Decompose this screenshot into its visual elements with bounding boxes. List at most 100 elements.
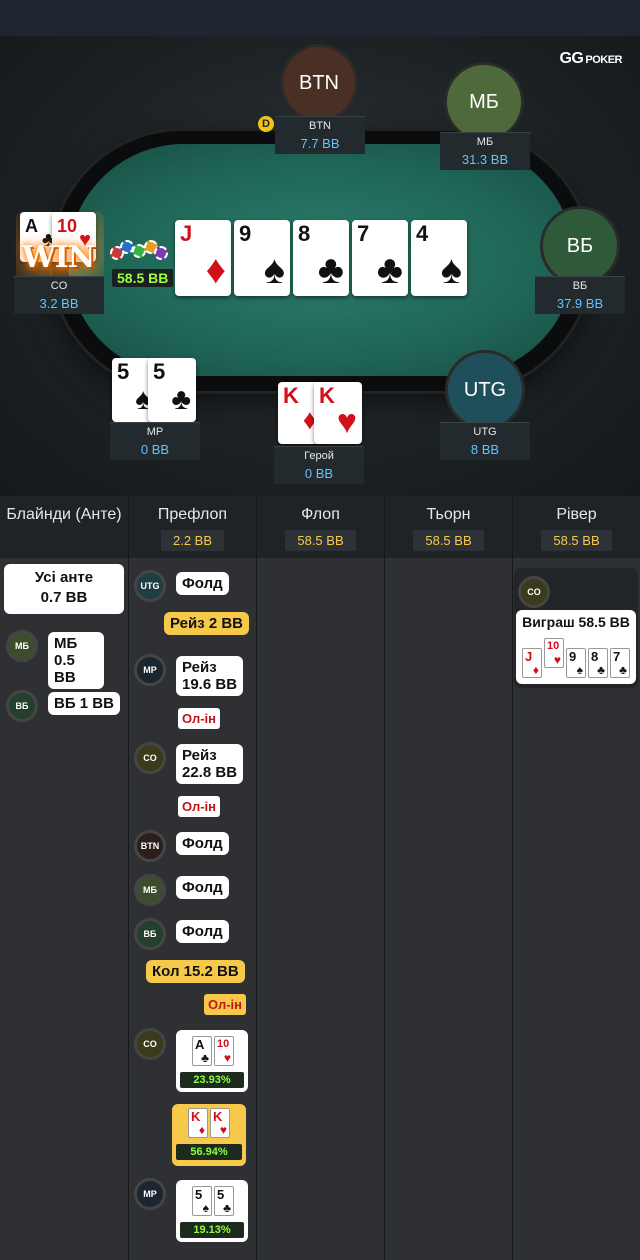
position-badge-vb: ВБ — [6, 690, 38, 722]
mp-raise-bubble: Рейз 19.6 BB — [176, 656, 244, 696]
mp-showdown-box: 5 ♠ 5 ♣ 19.13% — [176, 1180, 248, 1242]
hero-equity: 56.94% — [176, 1144, 242, 1160]
seat-co-stack: 3.2 BB — [39, 296, 79, 311]
seat-mp-plate: MP 0 BB — [110, 422, 200, 460]
seat-hero-stack: 0 BB — [304, 466, 334, 481]
position-badge-mb: МБ — [134, 874, 166, 906]
street-header-preflop[interactable]: Префлоп 2.2 BB — [129, 496, 256, 558]
top-bar — [0, 0, 640, 36]
position-badge-mp: MP — [134, 654, 166, 686]
hero-call-bubble: Кол 15.2 BB — [146, 960, 245, 983]
win-label: WIN — [22, 240, 95, 275]
co-allin-badge: Ол-ін — [178, 796, 220, 817]
street-pot: 58.5 BB — [413, 530, 484, 551]
ggpoker-logo: GG POKER — [559, 50, 622, 67]
street-header-flop[interactable]: Флоп 58.5 BB — [257, 496, 384, 558]
co-equity: 23.93% — [180, 1072, 244, 1088]
seat-utg-name: UTG — [473, 426, 497, 438]
street-header-turn[interactable]: Тьорн 58.5 BB — [385, 496, 512, 558]
seat-vb-plate: ВБ 37.9 BB — [535, 276, 625, 314]
seat-co-plate: CO 3.2 BB — [14, 276, 104, 314]
dealer-button: D — [258, 116, 274, 132]
seat-utg-stack: 8 BB — [470, 442, 500, 457]
position-badge-vb: ВБ — [134, 918, 166, 950]
street-title: Префлоп — [157, 506, 228, 523]
seat-hero-plate: Герой 0 BB — [274, 446, 364, 484]
position-badge-co: CO — [518, 576, 550, 608]
co-raise-bubble: Рейз 22.8 BB — [176, 744, 244, 784]
seat-hero-name: Герой — [304, 450, 334, 462]
hero-showdown-box: K ♦ K ♥ 56.94% — [172, 1104, 246, 1166]
seat-btn-name: BTN — [309, 120, 331, 132]
seat-btn-stack: 7.7 BB — [300, 136, 340, 151]
seat-vb-stack: 37.9 BB — [556, 296, 604, 311]
pot-amount: 58.5 BB — [112, 269, 174, 287]
vb-blind-bubble: ВБ 1 BB — [48, 692, 120, 715]
mb-blind-bubble: МБ 0.5 BB — [48, 632, 104, 689]
position-badge-mp: MP — [134, 1178, 166, 1210]
seat-vb-name: ВБ — [572, 280, 588, 292]
co-show-card-1: A ♣ — [192, 1036, 212, 1066]
seat-mp-stack: 0 BB — [140, 442, 170, 457]
hero-show-card-1: K ♦ — [188, 1108, 208, 1138]
mb-fold-bubble: Фолд — [176, 876, 229, 899]
street-title: Рівер — [556, 506, 597, 523]
mp-equity: 19.13% — [180, 1222, 244, 1238]
position-badge-btn: BTN — [134, 830, 166, 862]
street-pot: 2.2 BB — [160, 530, 225, 551]
ante-amount: 0.7 BB — [40, 589, 88, 606]
river-hand-card-5: 7 ♣ — [610, 648, 630, 678]
column-divider — [256, 496, 257, 1260]
river-win-box: Виграш 58.5 BB J ♦ 10 ♥ 9 ♠ 8 ♣ 7 ♣ — [516, 610, 636, 684]
street-title: Флоп — [301, 506, 340, 523]
board-card-5: 4 ♠ — [411, 220, 467, 296]
position-badge-mb: МБ — [6, 630, 38, 662]
seat-mb-plate: МБ 31.3 BB — [440, 132, 530, 170]
position-badge-co: CO — [134, 1028, 166, 1060]
pot-chips-icon — [110, 236, 170, 266]
hero-raise-bubble: Рейз 2 BB — [164, 612, 249, 635]
hero-show-card-2: K ♥ — [210, 1108, 230, 1138]
btn-fold-bubble: Фолд — [176, 832, 229, 855]
position-badge-utg: UTG — [134, 570, 166, 602]
seat-utg-avatar[interactable]: UTG — [445, 350, 525, 430]
street-header-blinds: Блайнди (Анте) — [0, 496, 128, 558]
mp-show-card-1: 5 ♠ — [192, 1186, 212, 1216]
poker-table: GG POKER BTN D BTN 7.7 BB МБ МБ 31.3 BB В… — [0, 36, 640, 496]
street-header-river[interactable]: Рівер 58.5 BB — [513, 496, 640, 558]
board-card-2: 9 ♠ — [234, 220, 290, 296]
seat-btn-avatar[interactable]: BTN — [280, 44, 358, 122]
mp-card-2: 5 ♣ — [148, 358, 196, 422]
seat-mb-stack: 31.3 BB — [461, 152, 509, 167]
column-divider — [384, 496, 385, 1260]
ante-label: Усі анте — [34, 569, 94, 586]
hero-allin-badge: Ол-ін — [204, 994, 246, 1015]
river-hand-card-4: 8 ♣ — [588, 648, 608, 678]
river-hand-card-1: J ♦ — [522, 648, 542, 678]
street-title: Блайнди (Анте) — [6, 506, 122, 523]
hero-card-2: K ♥ — [314, 382, 362, 444]
utg-fold-bubble: Фолд — [176, 572, 229, 595]
column-divider — [128, 496, 129, 1260]
seat-utg-plate: UTG 8 BB — [440, 422, 530, 460]
column-divider — [512, 496, 513, 1260]
ante-box: Усі анте 0.7 BB — [4, 564, 124, 614]
seat-vb-avatar[interactable]: ВБ — [540, 206, 620, 286]
seat-co-name: CO — [50, 280, 68, 292]
river-hand-card-2: 10 ♥ — [544, 638, 564, 668]
co-showdown-box: A ♣ 10 ♥ 23.93% — [176, 1030, 248, 1092]
win-amount: Виграш 58.5 BB — [522, 614, 630, 630]
board-card-4: 7 ♣ — [352, 220, 408, 296]
mp-show-card-2: 5 ♣ — [214, 1186, 234, 1216]
seat-btn-plate: BTN 7.7 BB — [275, 116, 365, 154]
mp-allin-badge: Ол-ін — [178, 708, 220, 729]
seat-mp-name: MP — [146, 426, 164, 438]
street-title: Тьорн — [426, 506, 471, 523]
street-pot: 58.5 BB — [541, 530, 612, 551]
board-card-3: 8 ♣ — [293, 220, 349, 296]
board-card-1: J ♦ — [175, 220, 231, 296]
position-badge-co: CO — [134, 742, 166, 774]
seat-mb-avatar[interactable]: МБ — [444, 62, 524, 142]
vb-fold-bubble: Фолд — [176, 920, 229, 943]
co-show-card-2: 10 ♥ — [214, 1036, 234, 1066]
